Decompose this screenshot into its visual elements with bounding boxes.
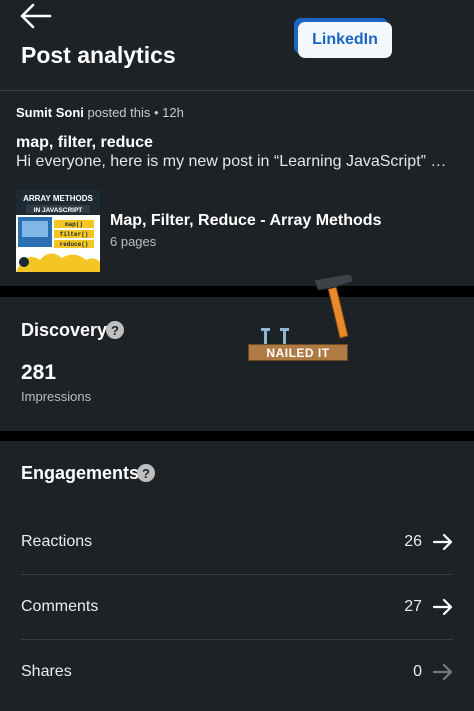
help-icon[interactable]: ? [106,321,124,339]
thumb-tag-map: map() [65,221,83,228]
thumb-tag-filter: filter() [60,231,89,238]
thumb-title-line2: IN JAVASCRIPT [34,207,83,214]
document-thumbnail[interactable]: ARRAY METHODS IN JAVASCRIPT map() filter… [16,190,100,272]
discovery-section: Discovery ? 281 Impressions [0,297,474,431]
linkedin-badge: LinkedIn [294,18,392,58]
post-text: Hi everyone, here is my new post in “Lea… [16,153,447,170]
document-title[interactable]: Map, Filter, Reduce - Array Methods [110,212,381,230]
arrow-left-icon [20,3,52,29]
nailed-it-label: NAILED IT [248,344,348,361]
arrow-right-icon [432,533,453,551]
engagements-title: Engagements [21,463,140,483]
post-meta: Sumit Soni posted this • 12h [16,105,184,120]
engagements-section: Engagements ? Reactions 26 Comments 27 S… [0,441,474,711]
comments-label: Comments [21,598,99,615]
post-title: map, filter, reduce [16,134,153,151]
shares-label: Shares [21,663,72,680]
impressions-value: 281 [21,361,57,384]
page-title: Post analytics [21,42,176,68]
linkedin-badge-label: LinkedIn [298,22,392,58]
back-button[interactable] [18,2,54,30]
impressions-label: Impressions [21,389,92,404]
thumb-title-line1: ARRAY METHODS [23,194,93,203]
post-meta-suffix: posted this • 12h [83,105,184,120]
post-card[interactable]: Sumit Soni posted this • 12h map, filter… [0,91,474,286]
shares-row[interactable]: Shares 0 [0,639,474,703]
document-pages: 6 pages [110,234,157,249]
post-author[interactable]: Sumit Soni [16,105,84,120]
hammer-icon [261,273,353,345]
help-icon[interactable]: ? [137,464,155,482]
comments-row[interactable]: Comments 27 [0,574,474,638]
nailed-it-sticker: NAILED IT [248,270,358,366]
thumb-tag-reduce: reduce() [60,241,89,248]
reactions-count: 26 [404,533,422,550]
reactions-label: Reactions [21,533,93,550]
comments-count: 27 [404,598,422,615]
shares-count: 0 [413,663,422,680]
arrow-right-icon [432,663,453,681]
document-cover-image: ARRAY METHODS IN JAVASCRIPT map() filter… [16,190,100,272]
discovery-title: Discovery [21,320,108,340]
header: Post analytics LinkedIn [0,0,474,91]
reactions-row[interactable]: Reactions 26 [0,509,474,573]
arrow-right-icon [432,598,453,616]
